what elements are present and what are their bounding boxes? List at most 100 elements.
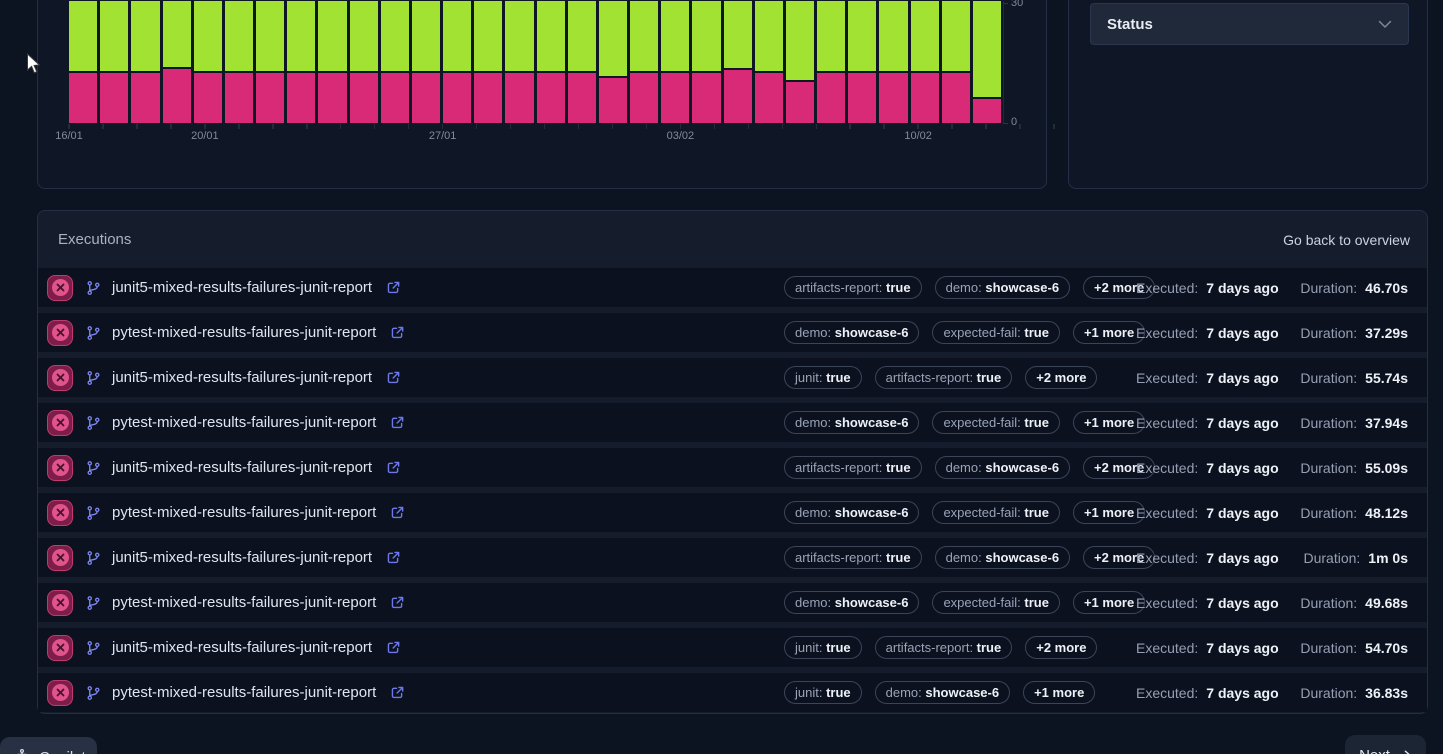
passed-segment: [692, 1, 720, 71]
chart-bar[interactable]: [443, 1, 471, 123]
execution-executed: Executed: 7 days ago: [1136, 493, 1279, 532]
execution-row[interactable]: pytest-mixed-results-failures-junit-repo…: [38, 583, 1427, 622]
more-tags-pill[interactable]: +1 more: [1023, 681, 1095, 704]
executions-card: Executions Go back to overview junit5-mi…: [37, 210, 1428, 714]
next-page-button[interactable]: Next: [1345, 735, 1426, 754]
execution-row[interactable]: junit5-mixed-results-failures-junit-repo…: [38, 448, 1427, 487]
external-link-icon[interactable]: [390, 505, 405, 520]
chart-plot: 30 0 16/0120/0127/0103/0210/02: [69, 1, 1001, 123]
chart-bar[interactable]: [537, 1, 565, 123]
execution-row[interactable]: pytest-mixed-results-failures-junit-repo…: [38, 673, 1427, 712]
external-link-icon[interactable]: [386, 370, 401, 385]
chart-bar[interactable]: [318, 1, 346, 123]
external-link-icon[interactable]: [390, 685, 405, 700]
go-back-to-overview-link[interactable]: Go back to overview: [1283, 232, 1410, 248]
execution-name: pytest-mixed-results-failures-junit-repo…: [112, 504, 376, 521]
duration-value: 1m 0s: [1368, 550, 1408, 566]
execution-row[interactable]: pytest-mixed-results-failures-junit-repo…: [38, 403, 1427, 442]
chart-bar[interactable]: [100, 1, 128, 123]
chart-bar[interactable]: [505, 1, 533, 123]
chart-bar[interactable]: [599, 1, 627, 123]
execution-row-left: junit5-mixed-results-failures-junit-repo…: [47, 448, 401, 487]
chart-bar[interactable]: [630, 1, 658, 123]
passed-segment: [537, 1, 565, 71]
execution-row[interactable]: pytest-mixed-results-failures-junit-repo…: [38, 313, 1427, 352]
more-tags-pill[interactable]: +1 more: [1073, 321, 1145, 344]
execution-row[interactable]: junit5-mixed-results-failures-junit-repo…: [38, 628, 1427, 667]
external-link-icon[interactable]: [386, 550, 401, 565]
chart-bar[interactable]: [661, 1, 689, 123]
executed-value: 7 days ago: [1206, 415, 1278, 431]
copilot-button[interactable]: Copilot: [0, 737, 97, 754]
chart-bar[interactable]: [194, 1, 222, 123]
chart-bar[interactable]: [942, 1, 970, 123]
chart-bar[interactable]: [131, 1, 159, 123]
executed-label: Executed:: [1136, 370, 1198, 386]
chart-bar[interactable]: [163, 1, 191, 123]
chart-bar[interactable]: [350, 1, 378, 123]
tag-pill: artifacts-report: true: [784, 546, 922, 569]
passed-segment: [568, 1, 596, 71]
git-branch-icon: [86, 685, 101, 701]
external-link-icon[interactable]: [390, 415, 405, 430]
x-axis-tick: [272, 124, 274, 129]
x-axis-tick: [442, 124, 444, 129]
failed-segment: [443, 73, 471, 123]
chart-bar[interactable]: [474, 1, 502, 123]
chart-bar[interactable]: [755, 1, 783, 123]
chart-bar[interactable]: [381, 1, 409, 123]
chart-bar[interactable]: [412, 1, 440, 123]
more-tags-pill[interactable]: +1 more: [1073, 411, 1145, 434]
chart-bar[interactable]: [848, 1, 876, 123]
chart-bar[interactable]: [287, 1, 315, 123]
passed-segment: [755, 1, 783, 71]
execution-row[interactable]: pytest-mixed-results-failures-junit-repo…: [38, 493, 1427, 532]
git-branch-icon: [86, 325, 101, 341]
external-link-icon[interactable]: [390, 595, 405, 610]
tag-pill: demo: showcase-6: [875, 681, 1010, 704]
external-link-icon[interactable]: [386, 280, 401, 295]
execution-row[interactable]: junit5-mixed-results-failures-junit-repo…: [38, 538, 1427, 577]
executed-label: Executed:: [1136, 460, 1198, 476]
duration-value: 55.09s: [1365, 460, 1408, 476]
chart-bar[interactable]: [724, 1, 752, 123]
external-link-icon[interactable]: [386, 640, 401, 655]
x-axis-label: 03/02: [667, 130, 695, 142]
execution-name: junit5-mixed-results-failures-junit-repo…: [112, 549, 372, 566]
chart-bar[interactable]: [225, 1, 253, 123]
chart-bar[interactable]: [256, 1, 284, 123]
passed-segment: [911, 1, 939, 71]
external-link-icon[interactable]: [386, 460, 401, 475]
chart-bar[interactable]: [973, 1, 1001, 123]
external-link-icon[interactable]: [390, 325, 405, 340]
execution-name: pytest-mixed-results-failures-junit-repo…: [112, 684, 376, 701]
failed-segment: [537, 73, 565, 123]
more-tags-pill[interactable]: +2 more: [1025, 366, 1097, 389]
execution-tags: artifacts-report: truedemo: showcase-6+2…: [784, 538, 1155, 577]
duration-value: 49.68s: [1365, 595, 1408, 611]
status-filter-select[interactable]: Status: [1090, 3, 1409, 45]
chart-bar[interactable]: [879, 1, 907, 123]
more-tags-pill[interactable]: +1 more: [1073, 501, 1145, 524]
x-axis-tick: [136, 124, 138, 129]
chart-bar[interactable]: [568, 1, 596, 123]
chart-bar[interactable]: [911, 1, 939, 123]
execution-row[interactable]: junit5-mixed-results-failures-junit-repo…: [38, 268, 1427, 307]
chart-bar[interactable]: [692, 1, 720, 123]
more-tags-pill[interactable]: +2 more: [1025, 636, 1097, 659]
duration-value: 37.94s: [1365, 415, 1408, 431]
executed-label: Executed:: [1136, 640, 1198, 656]
execution-row[interactable]: junit5-mixed-results-failures-junit-repo…: [38, 358, 1427, 397]
chart-bar[interactable]: [817, 1, 845, 123]
x-axis-tick: [612, 124, 614, 129]
more-tags-pill[interactable]: +1 more: [1073, 591, 1145, 614]
failed-segment: [724, 70, 752, 123]
chart-bar[interactable]: [786, 1, 814, 123]
x-axis-tick: [578, 124, 580, 129]
x-axis-tick: [816, 124, 818, 129]
passed-segment: [69, 1, 97, 71]
executed-value: 7 days ago: [1206, 280, 1278, 296]
execution-row-left: junit5-mixed-results-failures-junit-repo…: [47, 358, 401, 397]
chart-bar[interactable]: [69, 1, 97, 123]
execution-name: pytest-mixed-results-failures-junit-repo…: [112, 414, 376, 431]
